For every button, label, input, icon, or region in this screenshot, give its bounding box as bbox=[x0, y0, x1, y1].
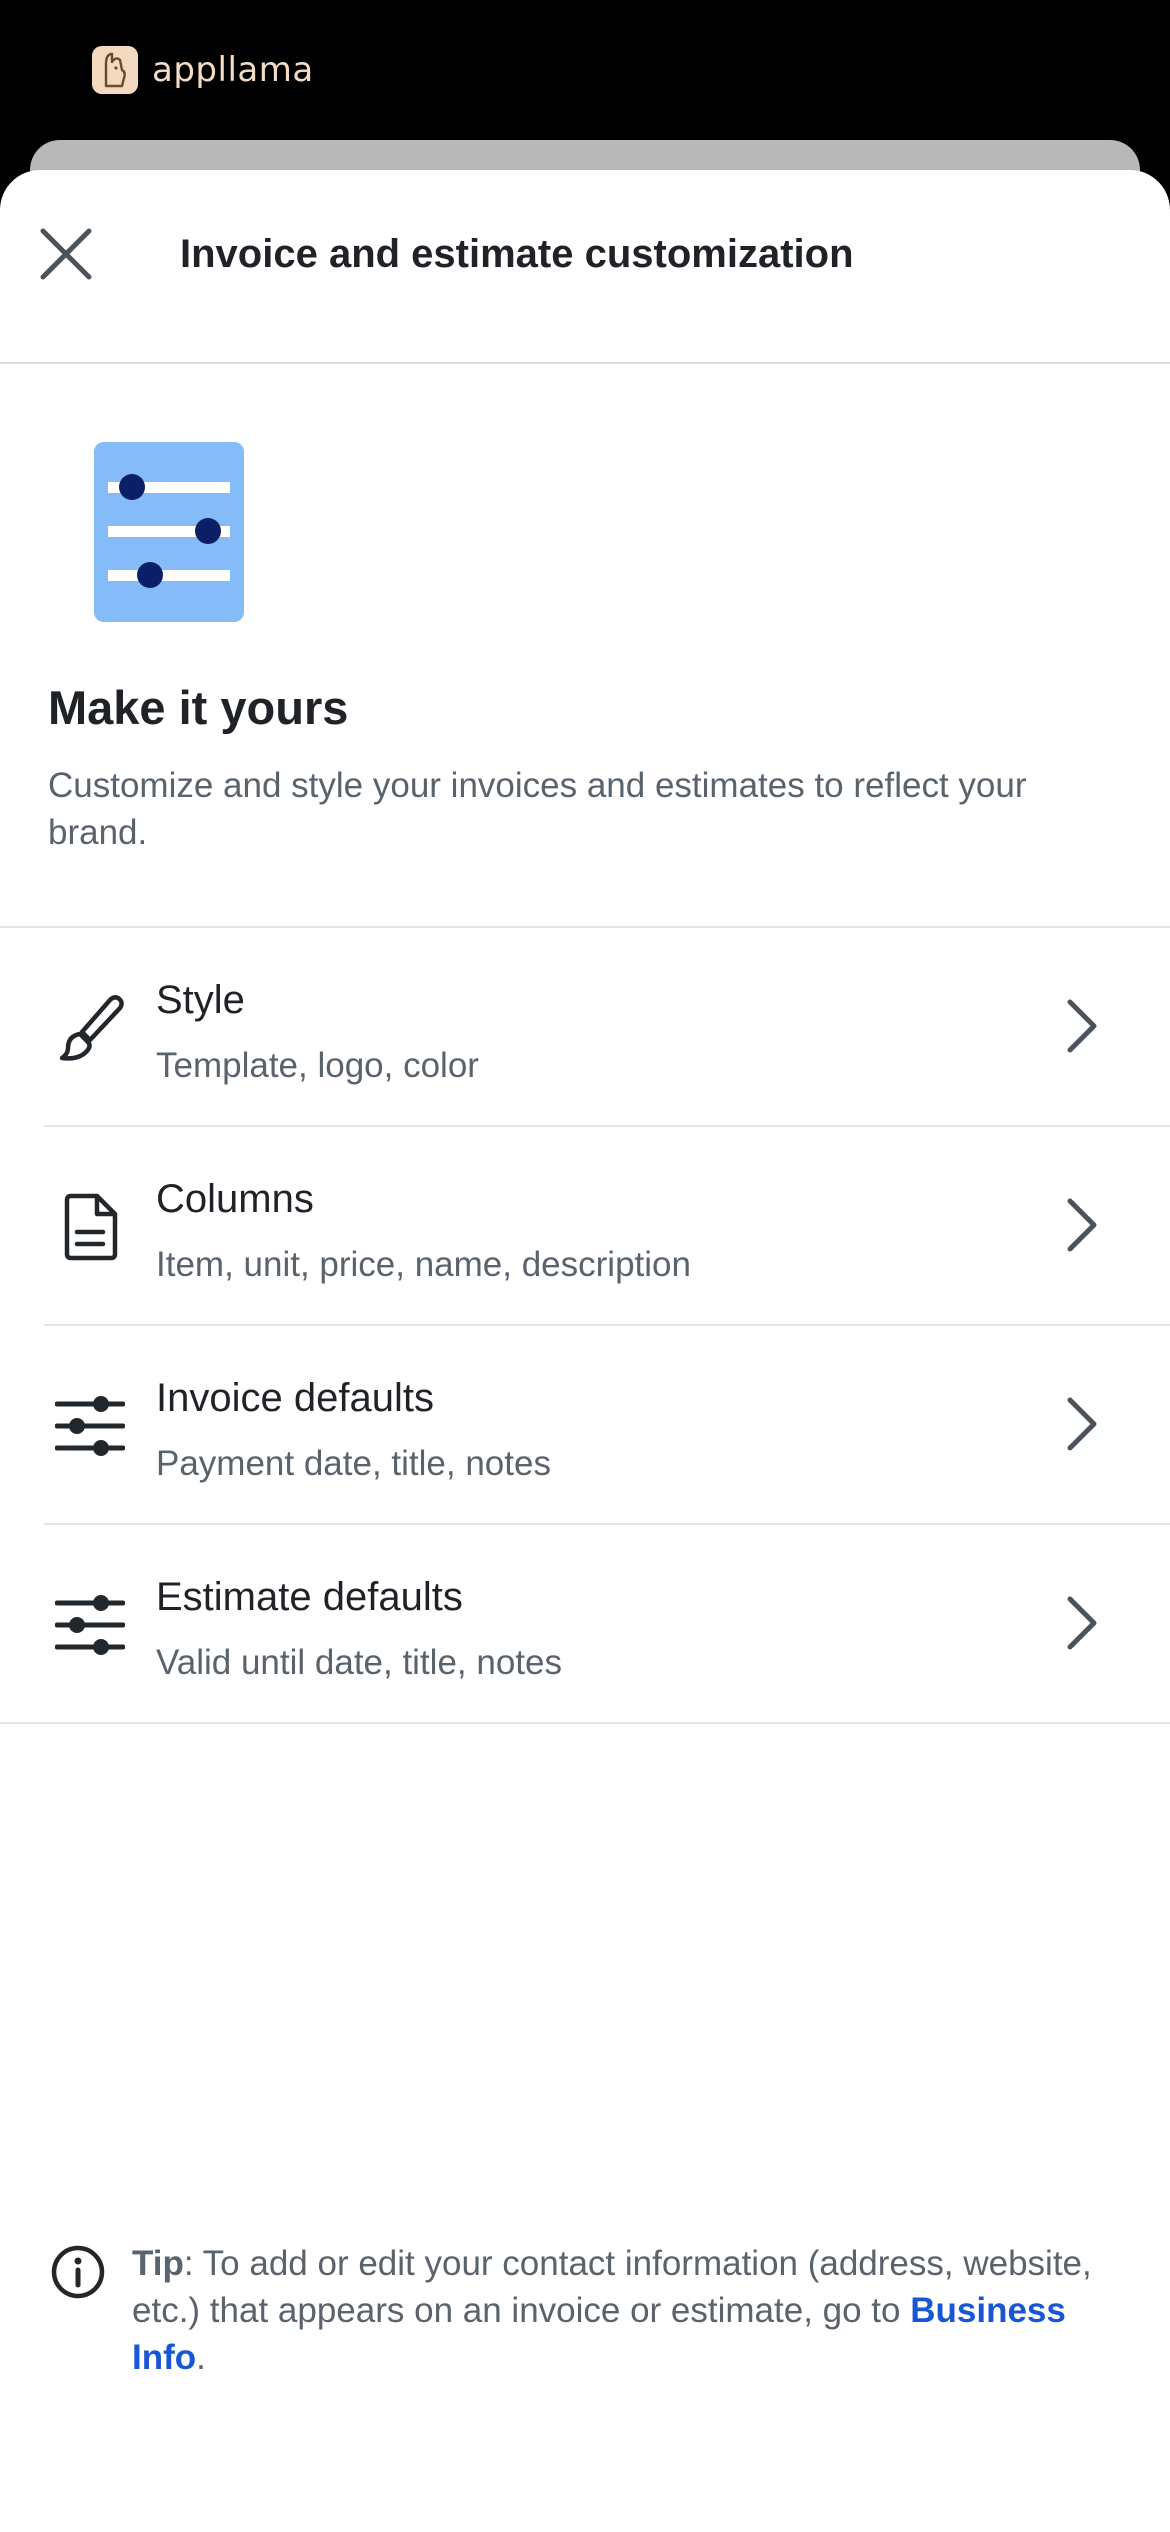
brand-logo: appllama bbox=[92, 44, 314, 96]
customization-sheet: Invoice and estimate customization Make … bbox=[0, 170, 1170, 2532]
close-icon bbox=[40, 228, 92, 280]
tip-end: . bbox=[196, 2338, 206, 2377]
chevron-right-icon bbox=[1067, 1397, 1097, 1451]
option-invoice-defaults[interactable]: Invoice defaults Payment date, title, no… bbox=[0, 1326, 1170, 1525]
close-button[interactable] bbox=[36, 224, 96, 284]
option-title: Invoice defaults bbox=[156, 1376, 434, 1420]
brand-name: appllama bbox=[152, 50, 314, 90]
option-subtitle: Payment date, title, notes bbox=[156, 1444, 551, 1483]
option-subtitle: Valid until date, title, notes bbox=[156, 1643, 562, 1682]
hero-title: Make it yours bbox=[48, 681, 349, 734]
app-topbar: appllama bbox=[0, 0, 1170, 140]
tip-label: Tip bbox=[132, 2244, 184, 2283]
llama-logo-icon bbox=[92, 46, 138, 94]
sliders-icon bbox=[52, 1587, 128, 1663]
option-style[interactable]: Style Template, logo, color bbox=[0, 928, 1170, 1127]
option-estimate-defaults[interactable]: Estimate defaults Valid until date, titl… bbox=[0, 1525, 1170, 1724]
option-title: Style bbox=[156, 978, 245, 1022]
sliders-card-icon bbox=[94, 442, 244, 622]
sheet-header: Invoice and estimate customization bbox=[0, 170, 1170, 364]
tip-text: Tip: To add or edit your contact informa… bbox=[132, 2240, 1122, 2381]
option-columns[interactable]: Columns Item, unit, price, name, descrip… bbox=[0, 1127, 1170, 1326]
row-divider bbox=[0, 1722, 1170, 1724]
chevron-right-icon bbox=[1067, 1198, 1097, 1252]
hero-description: Customize and style your invoices and es… bbox=[48, 766, 1027, 852]
option-subtitle: Item, unit, price, name, description bbox=[156, 1245, 691, 1284]
info-icon bbox=[51, 2245, 105, 2299]
sheet-title: Invoice and estimate customization bbox=[180, 232, 854, 276]
options-list: Style Template, logo, color Columns Item… bbox=[0, 928, 1170, 1724]
option-subtitle: Template, logo, color bbox=[156, 1046, 479, 1085]
option-title: Estimate defaults bbox=[156, 1575, 463, 1619]
sliders-icon bbox=[52, 1388, 128, 1464]
chevron-right-icon bbox=[1067, 1596, 1097, 1650]
option-title: Columns bbox=[156, 1177, 314, 1221]
brush-icon bbox=[52, 990, 128, 1066]
document-icon bbox=[52, 1189, 128, 1265]
chevron-right-icon bbox=[1067, 999, 1097, 1053]
